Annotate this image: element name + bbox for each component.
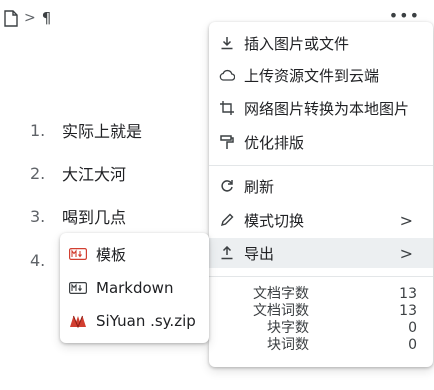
stat-row: 文档词数 13 (209, 303, 433, 320)
siyuan-icon (69, 315, 87, 328)
menu-divider (209, 165, 433, 166)
stat-value: 0 (408, 337, 417, 353)
stat-row: 块词数 0 (209, 337, 433, 354)
menu-item-label: 优化排版 (244, 133, 305, 152)
menu-item-refresh[interactable]: 刷新 (209, 171, 433, 201)
stat-label: 块字数 (267, 320, 309, 336)
stat-value: 0 (408, 320, 417, 336)
submenu-item-template[interactable]: 模板 (60, 239, 209, 269)
list-number: 3. (30, 206, 46, 226)
crop-icon (219, 100, 235, 116)
stat-row: 文档字数 13 (209, 286, 433, 303)
refresh-icon (219, 178, 235, 194)
submenu-item-label: SiYuan .sy.zip (96, 312, 196, 330)
list-text: 大江大河 (62, 165, 127, 184)
submenu-item-markdown[interactable]: Markdown (60, 273, 209, 303)
menu-item-mode-switch[interactable]: 模式切换 > (209, 205, 433, 235)
submenu-item-siyuan-zip[interactable]: SiYuan .sy.zip (60, 306, 209, 336)
chevron-right-icon: > (399, 210, 413, 230)
menu-divider (209, 276, 433, 277)
format-painter-icon (219, 134, 235, 150)
submenu-item-label: Markdown (96, 279, 174, 297)
more-menu: 插入图片或文件 上传资源文件到云端 网络图片转换为本地图片 优化排版 刷新 模式… (209, 22, 433, 367)
menu-item-insert-file[interactable]: 插入图片或文件 (209, 28, 433, 58)
menu-item-net-image-local[interactable]: 网络图片转换为本地图片 (209, 93, 433, 123)
cloud-icon (219, 67, 235, 83)
edit-icon (219, 212, 235, 228)
submenu-item-label: 模板 (96, 245, 127, 264)
upload-icon (219, 245, 235, 261)
stat-label: 文档词数 (253, 303, 309, 319)
menu-item-label: 模式切换 (244, 211, 305, 230)
menu-item-label: 刷新 (244, 177, 275, 196)
list-text: 实际上就是 (62, 122, 143, 141)
menu-item-label: 上传资源文件到云端 (244, 66, 380, 85)
markdown-icon (69, 248, 87, 260)
stat-row: 块字数 0 (209, 320, 433, 337)
menu-item-upload-cloud[interactable]: 上传资源文件到云端 (209, 60, 433, 90)
download-icon (219, 35, 235, 51)
list-number: 1. (30, 120, 46, 140)
stat-label: 文档字数 (253, 286, 309, 302)
menu-item-label: 网络图片转换为本地图片 (244, 99, 410, 118)
breadcrumb: > ¶ (4, 8, 51, 28)
list-number: 2. (30, 163, 46, 183)
paragraph-block-icon[interactable]: ¶ (42, 9, 52, 27)
chevron-right-icon: > (399, 243, 413, 263)
menu-item-optimize-typography[interactable]: 优化排版 (209, 127, 433, 157)
markdown-icon (69, 282, 87, 294)
file-icon[interactable] (4, 9, 18, 27)
stat-label: 块词数 (267, 337, 309, 353)
stat-value: 13 (399, 286, 417, 302)
menu-item-export[interactable]: 导出 > (209, 238, 433, 268)
list-text: 喝到几点 (62, 208, 127, 227)
export-submenu: 模板 Markdown SiYuan .sy.zip (60, 233, 209, 343)
word-count-stats: 文档字数 13 文档词数 13 块字数 0 块词数 0 (209, 286, 433, 354)
breadcrumb-separator: > (24, 10, 36, 26)
list-number: 4. (30, 250, 46, 270)
stat-value: 13 (399, 303, 417, 319)
menu-item-label: 导出 (244, 244, 275, 263)
menu-item-label: 插入图片或文件 (244, 34, 350, 53)
